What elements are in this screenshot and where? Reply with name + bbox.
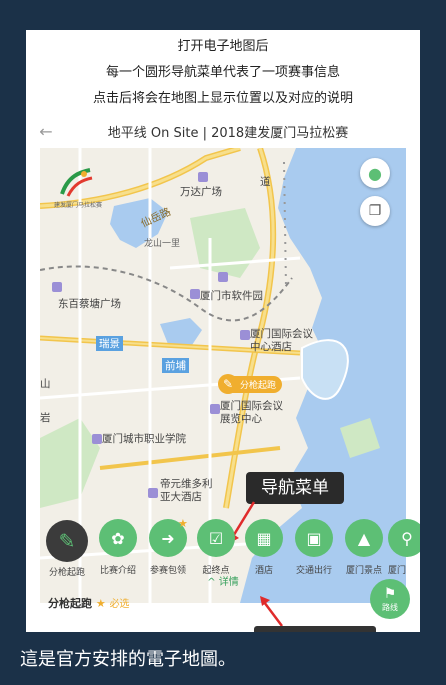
edit-button[interactable]: ✎ <box>46 520 88 562</box>
poi-pin <box>210 404 220 414</box>
route-button[interactable]: ⚑ 路线 <box>370 579 410 619</box>
pencil-icon: ✎ <box>58 529 76 553</box>
map-label-ruijing: 瑞景 <box>96 336 123 351</box>
nav-item-transport[interactable]: ▣ 交通出行 <box>290 519 338 576</box>
star-icon: ★ <box>178 517 188 530</box>
map-label-hotel: 帝元维多利亚大酒店 <box>160 478 213 503</box>
nav-item-sights[interactable]: ▲ 厦门景点 <box>340 519 388 576</box>
poi-pin <box>218 272 228 282</box>
route-label: 路线 <box>382 602 398 612</box>
tooltip-bar <box>254 626 376 632</box>
map-label-college: 厦门城市职业学院 <box>102 433 186 445</box>
start-marker[interactable]: ✎ 分枪起跑 <box>218 374 283 394</box>
calendar-icon: ☑ <box>197 519 235 557</box>
bus-icon: ▣ <box>295 519 333 557</box>
map-label-wanda: 万达广场 <box>180 186 222 198</box>
info-title-text: 分枪起跑 <box>48 597 92 610</box>
nav-item-food[interactable]: ⚲ 厦门 <box>388 519 420 576</box>
nav-item-hotel[interactable]: ▦ 酒店 <box>240 519 288 576</box>
layers-button[interactable]: ❐ <box>360 196 390 226</box>
instruction-line-3: 点击后将会在地图上显示位置以及对应的说明 <box>92 91 353 106</box>
map-label-dao: 道 <box>260 176 271 188</box>
map-label-dongbai: 东百蔡塘广场 <box>58 298 121 310</box>
flag-icon: ✎ <box>218 374 238 394</box>
instruction-line-1: 打开电子地图后 <box>177 39 269 54</box>
poi-pin <box>92 434 102 444</box>
poi-pin <box>148 488 158 498</box>
route-icon: ⚑ <box>383 585 397 602</box>
start-marker-label: 分枪起跑 <box>232 375 283 393</box>
instructions: 打开电子地图后 每一个圆形导航菜单代表了一项赛事信息 点击后将会在地图上显示位置… <box>26 30 420 112</box>
detail-toggle[interactable]: ^ 详情 <box>26 573 420 588</box>
fork-icon: ⚲ <box>388 519 420 557</box>
map-label-yan: 岩 <box>40 412 51 424</box>
map-label-software: 厦门市软件园 <box>200 290 263 302</box>
grid-icon: ✿ <box>99 519 137 557</box>
location-button[interactable]: ● <box>360 158 390 188</box>
nav-item-intro[interactable]: ✿ 比赛介绍 <box>94 519 142 576</box>
layers-icon: ❐ <box>368 203 382 219</box>
logo-text: 建发厦门马拉松赛 <box>54 202 103 209</box>
nav-item-kit[interactable]: ➜ 参赛包领 ★ <box>144 517 192 576</box>
required-badge: 必选 <box>109 599 130 610</box>
nav-item-start-finish[interactable]: ☑ 起终点 <box>192 519 240 576</box>
instruction-line-2: 每一个圆形导航菜单代表了一项赛事信息 <box>105 65 340 80</box>
location-pin-icon: ● <box>368 163 382 183</box>
map-label-qianpu: 前埔 <box>162 358 189 373</box>
star-icon: ★ <box>95 597 106 610</box>
poi-pin <box>198 172 208 182</box>
poi-pin <box>190 289 200 299</box>
detail-arrow <box>260 596 283 627</box>
app-header: ← 地平线 On Site | 2018建发厦门马拉松赛 <box>26 117 420 145</box>
map-label-longshan: 龙山一里 <box>144 239 181 249</box>
info-panel-title: 分枪起跑 ★ 必选 <box>48 595 130 611</box>
building-icon: ▦ <box>245 519 283 557</box>
landscape-icon: ▲ <box>345 519 383 557</box>
caption: 這是官方安排的電子地圖。 <box>20 649 236 670</box>
map-label-intl-exh: 厦门国际会议展览中心 <box>220 400 283 425</box>
screenshot-card: 打开电子地图后 每一个圆形导航菜单代表了一项赛事信息 点击后将会在地图上显示位置… <box>26 30 420 632</box>
poi-pin <box>52 282 62 292</box>
poi-pin <box>240 330 250 340</box>
marathon-logo <box>58 166 94 200</box>
app-title: 地平线 On Site | 2018建发厦门马拉松赛 <box>107 125 349 141</box>
back-arrow-icon[interactable]: ← <box>26 122 66 141</box>
map-label-intl-conf: 厦门国际会议中心酒店 <box>250 328 313 353</box>
map-label-mountain: 山 <box>40 378 51 390</box>
